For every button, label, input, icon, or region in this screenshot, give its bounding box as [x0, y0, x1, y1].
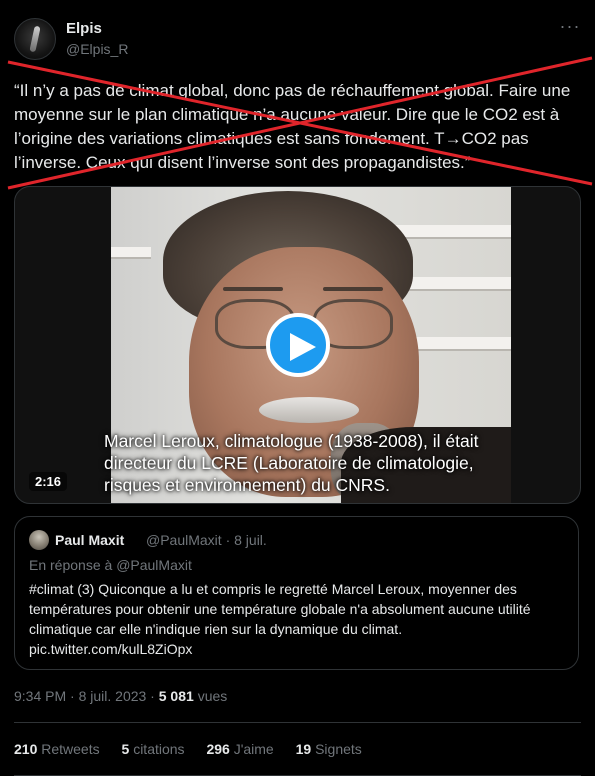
- tweet-detail: Elpis @Elpis_R ··· “Il n’y a pas de clim…: [0, 0, 595, 776]
- quoted-tweet[interactable]: Paul Maxit @PaulMaxit · 8 juil. En répon…: [14, 516, 579, 670]
- likes-label: J'aime: [233, 741, 274, 757]
- more-options-icon[interactable]: ···: [556, 16, 584, 40]
- views-count: 5 081: [158, 688, 194, 704]
- bookmarks-stat[interactable]: 19 Signets: [296, 741, 362, 757]
- likes-count: 296: [206, 741, 230, 757]
- bookmarks-count: 19: [295, 741, 312, 757]
- quotes-count: 5: [121, 741, 130, 757]
- quotes-stat[interactable]: 5 citations: [122, 741, 185, 757]
- video-duration: 2:16: [29, 472, 68, 491]
- quoted-avatar[interactable]: [29, 530, 49, 550]
- retweets-label: Retweets: [41, 741, 100, 757]
- bookmarks-label: Signets: [315, 741, 362, 757]
- views-label: vues: [197, 688, 228, 704]
- tweet-text: “Il n’y a pas de climat global, donc pas…: [14, 81, 571, 172]
- quotes-label: citations: [133, 741, 185, 757]
- retweets-count: 210: [14, 741, 38, 757]
- play-icon: [290, 333, 316, 361]
- author-avatar[interactable]: [14, 18, 56, 60]
- video-caption: Marcel Leroux, climatologue (1938-2008),…: [104, 431, 479, 495]
- play-button[interactable]: [266, 313, 330, 377]
- author-name[interactable]: Elpis: [66, 20, 102, 37]
- author-handle[interactable]: @Elpis_R: [66, 41, 128, 57]
- reply-mention-link[interactable]: @PaulMaxit: [116, 557, 192, 573]
- quoted-reply-context: En réponse à @PaulMaxit: [29, 557, 192, 573]
- quoted-handle-date: @PaulMaxit · 8 juil.: [146, 532, 267, 548]
- divider: [14, 722, 581, 723]
- quoted-text: #climat (3) Quiconque a lu et compris le…: [29, 581, 531, 657]
- likes-stat[interactable]: 296 J'aime: [206, 741, 273, 757]
- reply-prefix: En réponse à: [29, 557, 113, 573]
- tweet-meta: 9:34 PM · 8 juil. 2023 · 5 081 vues: [14, 688, 227, 704]
- timestamp[interactable]: 9:34 PM · 8 juil. 2023 ·: [14, 688, 159, 704]
- engagement-stats: 210 Retweets 5 citations 296 J'aime 19 S…: [14, 741, 380, 757]
- quoted-author-name[interactable]: Paul Maxit: [55, 532, 124, 548]
- retweets-stat[interactable]: 210 Retweets: [14, 741, 100, 757]
- video-player[interactable]: Marcel Leroux, climatologue (1938-2008),…: [14, 186, 581, 504]
